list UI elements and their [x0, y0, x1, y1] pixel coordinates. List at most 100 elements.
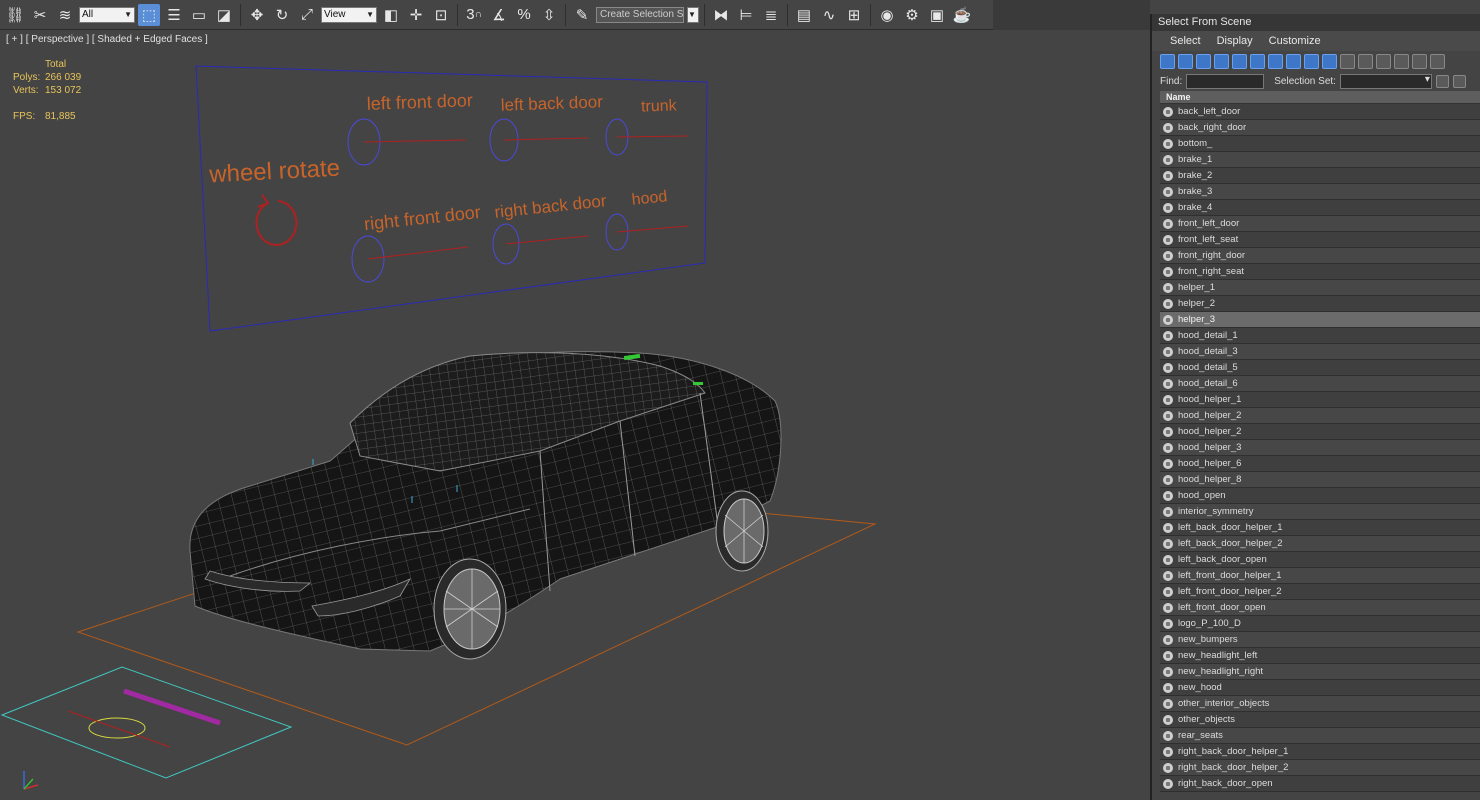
pivot-center-icon[interactable]: ◧ — [380, 4, 402, 26]
filter-icon[interactable] — [1430, 53, 1445, 69]
invert-display-icon[interactable] — [1412, 53, 1427, 69]
render-production-icon[interactable]: ☕ — [951, 4, 973, 26]
selection-set-editor-icon[interactable] — [1435, 74, 1449, 88]
display-none-icon[interactable] — [1394, 53, 1409, 69]
display-containers-icon[interactable] — [1322, 53, 1337, 69]
edit-named-selection-icon[interactable]: ✎ — [571, 4, 593, 26]
car-model[interactable] — [189, 351, 782, 660]
display-hidden-icon[interactable] — [1358, 53, 1373, 69]
list-item[interactable]: hood_detail_1 — [1160, 328, 1480, 344]
list-item[interactable]: left_front_door_helper_2 — [1160, 584, 1480, 600]
list-item[interactable]: helper_1 — [1160, 280, 1480, 296]
keyboard-shortcut-override-icon[interactable]: ⊡ — [430, 4, 452, 26]
menu-select[interactable]: Select — [1162, 35, 1209, 47]
list-item[interactable]: left_back_door_helper_2 — [1160, 536, 1480, 552]
schematic-view-icon[interactable]: ⊞ — [843, 4, 865, 26]
control-hood[interactable] — [605, 213, 689, 251]
list-item[interactable]: hood_detail_3 — [1160, 344, 1480, 360]
panel-title[interactable]: Select From Scene — [1152, 14, 1480, 31]
perspective-viewport[interactable]: [ + ] [ Perspective ] [ Shaded + Edged F… — [0, 31, 1150, 800]
select-and-manipulate-icon[interactable]: ✛ — [405, 4, 427, 26]
list-item[interactable]: brake_1 — [1160, 152, 1480, 168]
list-item[interactable]: hood_helper_2 — [1160, 408, 1480, 424]
list-item[interactable]: left_back_door_helper_1 — [1160, 520, 1480, 536]
curve-editor-icon[interactable]: ∿ — [818, 4, 840, 26]
list-item[interactable]: front_left_seat — [1160, 232, 1480, 248]
reference-coordinate-dropdown[interactable]: View ▼ — [321, 6, 377, 23]
menu-display[interactable]: Display — [1209, 35, 1261, 47]
display-space-warps-icon[interactable] — [1250, 53, 1265, 69]
spinner-snap-icon[interactable]: ⇳ — [538, 4, 560, 26]
selection-filter-dropdown[interactable]: All ▼ — [79, 6, 135, 23]
list-item[interactable]: helper_3 — [1160, 312, 1480, 328]
unlink-icon[interactable]: ✂ — [29, 4, 51, 26]
list-item[interactable]: left_front_door_open — [1160, 600, 1480, 616]
list-item[interactable]: hood_helper_6 — [1160, 456, 1480, 472]
control-left-front-door[interactable] — [347, 118, 467, 166]
list-item[interactable]: right_back_door_helper_2 — [1160, 760, 1480, 776]
bind-space-warp-icon[interactable]: ≋ — [54, 4, 76, 26]
display-frozen-icon[interactable] — [1340, 53, 1355, 69]
scale-icon[interactable]: ⤢ — [296, 4, 318, 26]
list-item[interactable]: new_bumpers — [1160, 632, 1480, 648]
list-item[interactable]: front_right_seat — [1160, 264, 1480, 280]
list-item[interactable]: logo_P_100_D — [1160, 616, 1480, 632]
menu-customize[interactable]: Customize — [1261, 35, 1329, 47]
list-item[interactable]: new_headlight_left — [1160, 648, 1480, 664]
selection-set-dropdown[interactable] — [1339, 73, 1432, 89]
named-selection-set-field[interactable]: Create Selection Se — [596, 6, 684, 23]
layer-manager-icon[interactable]: ≣ — [760, 4, 782, 26]
column-header-name[interactable]: Name — [1160, 91, 1480, 104]
list-item[interactable]: other_objects — [1160, 712, 1480, 728]
list-item[interactable]: hood_helper_3 — [1160, 440, 1480, 456]
rendered-frame-window-icon[interactable]: ▣ — [926, 4, 948, 26]
list-item[interactable]: new_hood — [1160, 680, 1480, 696]
named-selection-dropdown[interactable]: ▼ — [687, 6, 699, 23]
list-item[interactable]: hood_open — [1160, 488, 1480, 504]
list-item[interactable]: left_back_door_open — [1160, 552, 1480, 568]
list-item[interactable]: hood_detail_5 — [1160, 360, 1480, 376]
selection-set-add-icon[interactable] — [1452, 74, 1466, 88]
list-item[interactable]: brake_3 — [1160, 184, 1480, 200]
rectangular-region-icon[interactable]: ▭ — [188, 4, 210, 26]
list-item[interactable]: rear_seats — [1160, 728, 1480, 744]
display-lights-icon[interactable] — [1196, 53, 1211, 69]
material-editor-icon[interactable]: ◉ — [876, 4, 898, 26]
mirror-icon[interactable]: ⧓ — [710, 4, 732, 26]
list-item[interactable]: back_right_door — [1160, 120, 1480, 136]
list-item[interactable]: helper_2 — [1160, 296, 1480, 312]
list-item[interactable]: right_back_door_open — [1160, 776, 1480, 792]
list-item[interactable]: hood_helper_8 — [1160, 472, 1480, 488]
align-icon[interactable]: ⊨ — [735, 4, 757, 26]
select-object-icon[interactable]: ⬚ — [138, 3, 160, 26]
control-left-back-door[interactable] — [489, 118, 589, 162]
find-input[interactable] — [1186, 73, 1265, 89]
link-icon[interactable]: ⛓ — [4, 4, 26, 26]
list-item[interactable]: hood_helper_2 — [1160, 424, 1480, 440]
list-item[interactable]: front_left_door — [1160, 216, 1480, 232]
list-item[interactable]: other_interior_objects — [1160, 696, 1480, 712]
render-setup-icon[interactable]: ⚙ — [901, 4, 923, 26]
percent-snap-icon[interactable]: % — [513, 4, 535, 26]
list-item[interactable]: bottom_ — [1160, 136, 1480, 152]
list-item[interactable]: brake_4 — [1160, 200, 1480, 216]
display-all-icon[interactable] — [1376, 53, 1391, 69]
display-shapes-icon[interactable] — [1178, 53, 1193, 69]
display-groups-icon[interactable] — [1268, 53, 1283, 69]
display-geometry-icon[interactable] — [1160, 53, 1175, 69]
snaps-toggle-icon[interactable]: 3 ∩ — [463, 4, 485, 26]
display-bones-icon[interactable] — [1304, 53, 1319, 69]
toggle-ribbon-icon[interactable]: ▤ — [793, 4, 815, 26]
list-item[interactable]: new_headlight_right — [1160, 664, 1480, 680]
list-item[interactable]: back_left_door — [1160, 104, 1480, 120]
select-by-name-icon[interactable]: ☰ — [163, 4, 185, 26]
control-trunk[interactable] — [605, 118, 689, 156]
list-item[interactable]: brake_2 — [1160, 168, 1480, 184]
display-helpers-icon[interactable] — [1232, 53, 1247, 69]
list-item[interactable]: right_back_door_helper_1 — [1160, 744, 1480, 760]
window-crossing-icon[interactable]: ◪ — [213, 4, 235, 26]
rotate-icon[interactable]: ↻ — [271, 4, 293, 26]
angle-snap-icon[interactable]: ∡ — [488, 4, 510, 26]
list-item[interactable]: front_right_door — [1160, 248, 1480, 264]
display-xrefs-icon[interactable] — [1286, 53, 1301, 69]
